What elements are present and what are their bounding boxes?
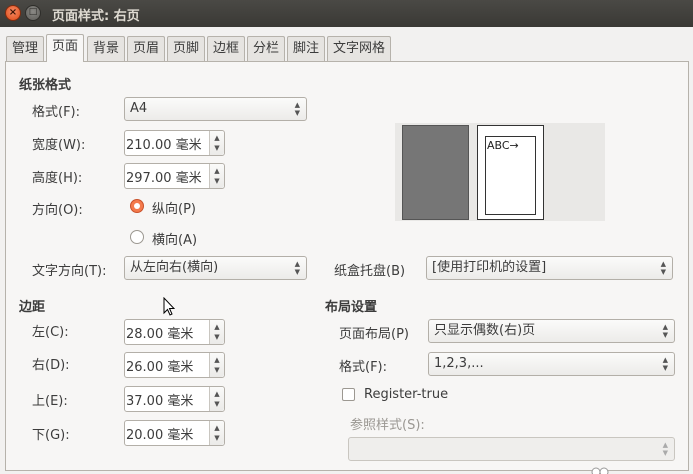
format-label: 格式(F):: [32, 105, 81, 120]
margin-right-label: 右(D):: [32, 358, 70, 373]
spin-arrows-icon[interactable]: ▲ ▼: [209, 320, 224, 344]
margin-left-input[interactable]: [125, 320, 208, 344]
portrait-radio[interactable]: [130, 199, 144, 213]
margin-top-spinner[interactable]: ▲▼: [124, 386, 225, 412]
updown-icon: ▲ ▼: [294, 260, 300, 276]
updown-icon: ▲ ▼: [662, 356, 668, 372]
margins-heading: 边距: [19, 300, 46, 315]
height-spinner[interactable]: ▲▼: [124, 163, 225, 189]
paper-format-value: A4: [130, 101, 148, 116]
landscape-label[interactable]: 横向(A): [152, 229, 197, 248]
margin-left-spinner[interactable]: ▲▼: [124, 319, 225, 345]
text-direction-value: 从左向右(横向): [130, 260, 219, 275]
page-layout-value: 只显示偶数(右)页: [434, 323, 536, 338]
margin-bottom-label: 下(G):: [32, 428, 70, 443]
paper-tray-label: 纸盒托盘(B): [334, 264, 406, 279]
paper-tray-value: [使用打印机的设置]: [432, 260, 547, 275]
spin-arrows-icon[interactable]: ▲ ▼: [209, 164, 224, 188]
paper-tray-select[interactable]: [使用打印机的设置] ▲ ▼: [426, 256, 673, 280]
register-true-label[interactable]: Register-true: [364, 387, 448, 402]
margin-right-spinner[interactable]: ▲▼: [124, 352, 225, 378]
portrait-label[interactable]: 纵向(P): [152, 198, 196, 217]
preview-sample-text: ABC→: [487, 139, 519, 152]
margin-right-input[interactable]: [125, 353, 208, 377]
width-label: 宽度(W):: [32, 138, 86, 153]
spin-arrows-icon[interactable]: ▲ ▼: [209, 387, 224, 411]
height-input[interactable]: [125, 164, 208, 188]
height-label: 高度(H):: [32, 171, 83, 186]
margin-top-input[interactable]: [125, 387, 208, 411]
text-direction-label: 文字方向(T):: [32, 264, 107, 279]
updown-icon: ▲ ▼: [662, 441, 668, 457]
numbering-format-value: 1,2,3,...: [434, 356, 484, 371]
margin-bottom-input[interactable]: [125, 421, 208, 445]
reference-style-select[interactable]: ▲ ▼: [348, 437, 675, 461]
spin-arrows-icon[interactable]: ▲ ▼: [209, 353, 224, 377]
page-layout-label: 页面布局(P): [339, 327, 409, 342]
paper-format-heading: 纸张格式: [19, 78, 72, 93]
register-true-checkbox[interactable]: [342, 388, 355, 401]
margin-left-label: 左(C):: [32, 325, 69, 340]
reference-style-label: 参照样式(S):: [350, 418, 425, 433]
spin-arrows-icon[interactable]: ▲ ▼: [209, 421, 224, 445]
text-direction-select[interactable]: 从左向右(横向) ▲ ▼: [124, 256, 307, 280]
preview-left-page: [402, 125, 469, 220]
resize-handle-icon[interactable]: [590, 466, 610, 474]
paper-format-select[interactable]: A4 ▲ ▼: [124, 97, 307, 121]
numbering-format-label: 格式(F):: [339, 360, 388, 375]
spin-arrows-icon[interactable]: ▲ ▼: [209, 131, 224, 155]
margin-bottom-spinner[interactable]: ▲▼: [124, 420, 225, 446]
width-input[interactable]: [125, 131, 208, 155]
updown-icon: ▲ ▼: [662, 323, 668, 339]
numbering-format-select[interactable]: 1,2,3,... ▲ ▼: [428, 352, 675, 376]
page-layout-select[interactable]: 只显示偶数(右)页 ▲ ▼: [428, 319, 675, 343]
layout-heading: 布局设置: [325, 300, 378, 315]
margin-top-label: 上(E):: [32, 394, 68, 409]
landscape-radio[interactable]: [130, 230, 144, 244]
mouse-cursor-icon: [163, 297, 175, 316]
updown-icon: ▲ ▼: [660, 260, 666, 276]
updown-icon: ▲ ▼: [294, 101, 300, 117]
width-spinner[interactable]: ▲▼: [124, 130, 225, 156]
orientation-label: 方向(O):: [32, 203, 83, 218]
